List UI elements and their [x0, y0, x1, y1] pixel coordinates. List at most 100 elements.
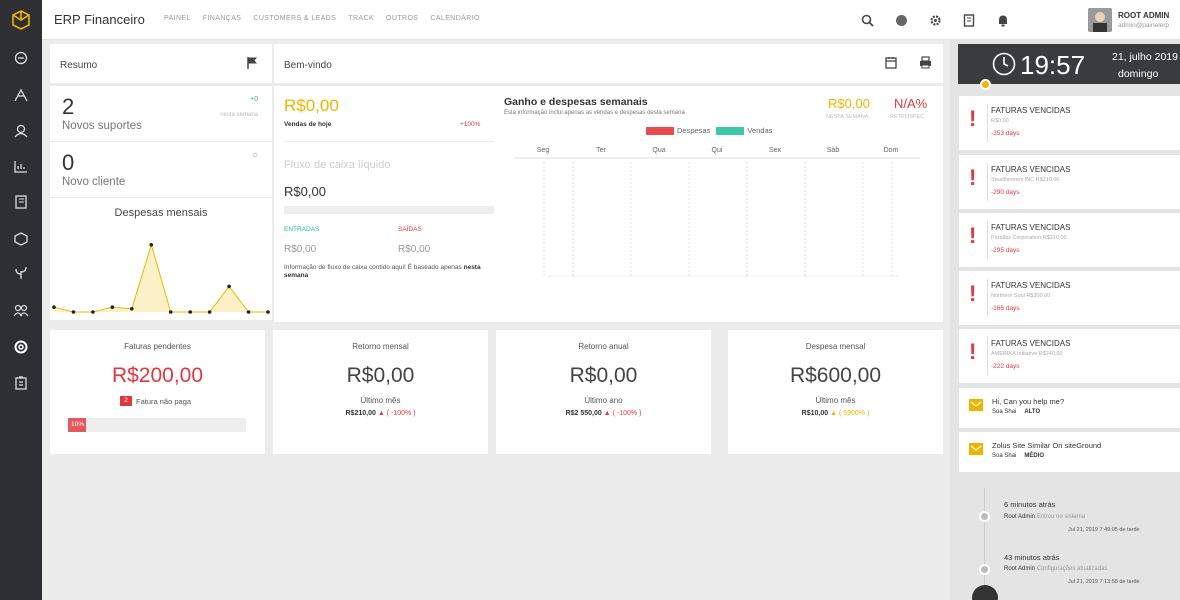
printer-icon[interactable]: [919, 56, 932, 74]
chat-item[interactable]: Hi, Can you help me? Soa Shai ALTO: [959, 388, 1180, 428]
notebook-icon[interactable]: [0, 191, 42, 213]
fluxo-caixa-bar: [284, 206, 494, 214]
clipboard-icon[interactable]: [0, 372, 42, 394]
user-menu[interactable]: ROOT ADMIN admin@painelerp: [1088, 6, 1180, 34]
nav-customers-leads[interactable]: CUSTOMERS & LEADS: [253, 15, 336, 22]
alert-meta: Parallax Corporation R$210,00: [991, 235, 1067, 241]
unpaid-count: 2: [120, 396, 132, 406]
data-point: [266, 310, 270, 314]
avatar: [1088, 8, 1112, 32]
bem-vindo-title: Bem-vindo: [284, 60, 332, 71]
data-point: [52, 305, 56, 309]
alert-item[interactable]: ! FATURAS VENCIDAS AMERIKA Initiative R$…: [959, 329, 1180, 383]
box-icon[interactable]: [0, 228, 42, 250]
sales-today-value: R$0,00: [284, 96, 339, 115]
alert-meta: AMERIKA Initiative R$240,00: [991, 351, 1063, 357]
chat-message: Hi, Can you help me?: [992, 397, 1065, 406]
unpaid-progress: 10%: [68, 418, 246, 432]
chat-message: Zolus Site Similar On siteGround: [992, 441, 1102, 450]
day-tick-label: Seg: [537, 147, 550, 154]
clock-icon: [992, 52, 1016, 76]
plant-icon[interactable]: [0, 262, 42, 284]
search-icon[interactable]: [850, 10, 884, 30]
dashboard-icon[interactable]: [0, 47, 42, 69]
alert-item[interactable]: ! FATURAS VENCIDAS R$0,00 -353 days: [959, 96, 1180, 150]
top-navigation: PAINEL FINANÇAS CUSTOMERS & LEADS TRACK …: [164, 15, 492, 22]
top-icon-group: [850, 10, 1020, 30]
alert-icon: !: [969, 165, 977, 190]
weekly-value: R$0,00: [828, 96, 870, 111]
data-point: [207, 310, 212, 314]
weekly-title: Ganho e despesas semanais: [504, 96, 648, 108]
sales-today-label: Vendas de hoje: [284, 121, 332, 128]
stat-label: Novos suportes: [62, 120, 142, 132]
users-icon[interactable]: [0, 299, 42, 321]
nav-financas[interactable]: FINANÇAS: [203, 15, 242, 22]
alert-days: -166 days: [991, 305, 1020, 312]
alert-days: -222 days: [991, 363, 1020, 370]
alert-title: FATURAS VENCIDAS: [991, 223, 1071, 232]
activity-dot: [979, 564, 990, 575]
data-point: [188, 310, 192, 314]
kpi-value: R$0,00: [569, 364, 638, 387]
activity-timeline: [984, 488, 985, 600]
legend-swatch-vendas: [716, 126, 745, 135]
globe-icon[interactable]: [884, 10, 918, 30]
chat-meta: Soa Shai MÉDIO: [992, 453, 1044, 459]
data-point: [149, 243, 154, 247]
chat-item[interactable]: Zolus Site Similar On siteGround Soa Sha…: [959, 432, 1180, 472]
day-tick-label: Qua: [652, 147, 665, 154]
data-point: [91, 310, 95, 314]
alert-meta: Stealthinners INC R$210,00: [991, 177, 1060, 183]
chat-who: Soa Shai: [992, 453, 1017, 459]
kpi-detail-arrow: ▲: [830, 410, 838, 417]
chart-icon[interactable]: [0, 155, 42, 177]
resumo-card-header: Resumo: [50, 44, 272, 84]
data-point: [227, 284, 231, 289]
network-icon[interactable]: [0, 84, 42, 106]
support-icon[interactable]: [0, 336, 42, 358]
kpi-faturas-pendentes: Faturas pendentes R$200,00 2 Fatura não …: [50, 330, 265, 454]
kpi-detail: R$2 550,00 ▲ ( -100% ): [496, 410, 711, 417]
alert-item[interactable]: ! FATURAS VENCIDAS Parallax Corporation …: [959, 213, 1180, 267]
stat-novos-suportes: 2 Novos suportes +0 nesta semana: [50, 86, 272, 141]
nav-calendario[interactable]: CALENDÁRIO: [430, 15, 480, 22]
fluxo-note-text: Informação de fluxo de caixa contido aqu…: [284, 264, 462, 271]
activity-user: Root Admin: [1004, 514, 1036, 520]
kpi-title: Despesa mensal: [805, 342, 866, 351]
app-logo-icon[interactable]: [0, 0, 42, 40]
refresh-icon[interactable]: ○: [252, 150, 258, 161]
alert-icon: !: [969, 281, 977, 306]
day-tick-label: Ter: [596, 147, 606, 154]
bell-icon[interactable]: [986, 10, 1020, 30]
message-icon: [969, 442, 983, 460]
kpi-title: Retorno mensal: [352, 342, 409, 351]
timeline-dot: [980, 79, 991, 90]
clock-date: 21, julho 2019: [1112, 51, 1178, 63]
weekly-value-label: NESTA SEMANA: [826, 114, 869, 120]
kpi-detail-pct: ( -100% ): [612, 410, 642, 417]
nav-painel[interactable]: PAINEL: [164, 15, 191, 22]
contacts-icon[interactable]: [0, 120, 42, 142]
alert-item[interactable]: ! FATURAS VENCIDAS Northern Soul R$300,0…: [959, 271, 1180, 325]
kpi-detail-arrow: ▲: [377, 410, 385, 417]
alert-meta: R$0,00: [991, 118, 1009, 124]
calendar-icon[interactable]: [885, 56, 897, 74]
nav-track[interactable]: TRACK: [348, 15, 374, 22]
alert-icon: !: [969, 339, 977, 364]
nav-outros[interactable]: OUTROS: [386, 15, 418, 22]
kpi-detail-value: R$10,00: [801, 410, 829, 417]
chat-priority: MÉDIO: [1024, 453, 1045, 459]
document-icon[interactable]: [952, 10, 986, 30]
data-point: [130, 307, 134, 311]
gear-icon[interactable]: [918, 10, 952, 30]
alert-item[interactable]: ! FATURAS VENCIDAS Stealthinners INC R$2…: [959, 155, 1180, 209]
stat-sub: nesta semana: [220, 112, 258, 118]
alert-divider: [987, 337, 988, 375]
message-icon: [969, 398, 983, 416]
activity-message: Root Admin Entrou no sistema: [1004, 514, 1085, 520]
alert-title: FATURAS VENCIDAS: [991, 165, 1071, 174]
weekly-chart: Seg Ter Qua Qui Sex Sáb Dom: [514, 147, 920, 277]
chat-meta: Soa Shai ALTO: [992, 409, 1040, 415]
flag-icon[interactable]: [246, 56, 258, 74]
